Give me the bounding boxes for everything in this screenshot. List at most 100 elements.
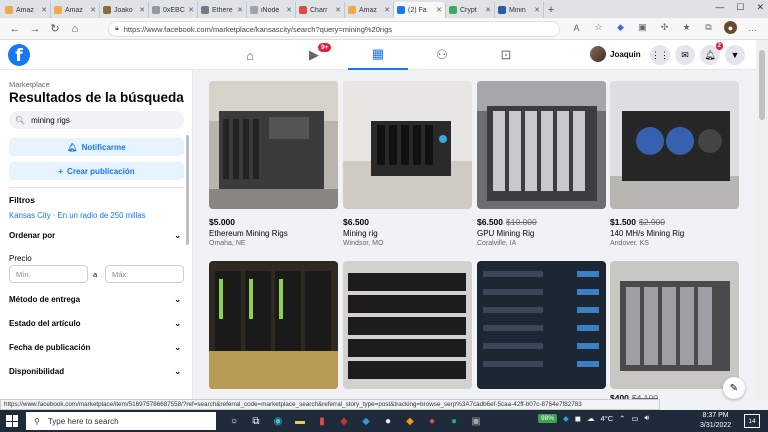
listing-card[interactable]: $400 $4.100 bbox=[610, 261, 739, 403]
weather-icon[interactable]: ☁ bbox=[587, 414, 595, 423]
browser-tab[interactable]: Ethere ✕ bbox=[198, 2, 247, 18]
price-min-input[interactable]: Mín. bbox=[9, 265, 88, 283]
profile-button[interactable]: Joaquin bbox=[590, 46, 641, 62]
listing-card[interactable] bbox=[477, 261, 606, 389]
availability-dropdown[interactable]: Disponibilidad ⌄ bbox=[9, 367, 181, 376]
listing-card[interactable] bbox=[209, 261, 338, 389]
home-button[interactable]: ⌂ bbox=[65, 19, 85, 39]
app-tray-icon[interactable]: ◼ bbox=[575, 414, 581, 423]
read-aloud-icon[interactable]: A bbox=[570, 21, 583, 34]
wallet-extension-icon[interactable]: ▣ bbox=[636, 21, 649, 34]
more-menu-icon[interactable]: … bbox=[746, 21, 759, 34]
battery-indicator[interactable]: 98% bbox=[538, 413, 558, 423]
condition-dropdown[interactable]: Estado del artículo ⌄ bbox=[9, 319, 181, 328]
reload-button[interactable]: ↻ bbox=[45, 19, 65, 39]
close-tab-icon[interactable]: ✕ bbox=[436, 6, 442, 14]
file-explorer-icon[interactable]: ▬ bbox=[292, 413, 308, 429]
app-tray-icon[interactable]: ◆ bbox=[563, 414, 569, 423]
notify-me-button[interactable]: 🔔︎ Notificarme bbox=[9, 138, 184, 156]
close-tab-icon[interactable]: ✕ bbox=[237, 6, 243, 14]
browser-tab[interactable]: Amaz ✕ bbox=[345, 2, 394, 18]
favorite-star-icon[interactable]: ☆ bbox=[592, 21, 605, 34]
new-message-button[interactable]: ✎ bbox=[723, 377, 745, 399]
collections-icon[interactable]: ⧉ bbox=[702, 21, 715, 34]
nav-watch-tab[interactable]: ▶︎ 9+ bbox=[284, 40, 344, 70]
listing-photo[interactable] bbox=[343, 81, 472, 209]
listing-card[interactable]: $1.500 $2.900 140 MH/s Mining Rig Andover… bbox=[610, 81, 739, 247]
app-icon[interactable]: ● bbox=[424, 413, 440, 429]
task-view-icon[interactable]: ⧉ bbox=[248, 413, 264, 429]
listing-photo[interactable] bbox=[209, 261, 338, 389]
app-icon[interactable]: ● bbox=[446, 413, 462, 429]
listing-card[interactable]: $6.500 Mining rig Windsor, MO bbox=[343, 81, 472, 247]
listing-photo[interactable] bbox=[209, 81, 338, 209]
close-tab-icon[interactable]: ✕ bbox=[41, 6, 47, 14]
app-icon[interactable]: ◆ bbox=[402, 413, 418, 429]
office-icon[interactable]: ▮ bbox=[314, 413, 330, 429]
new-tab-button[interactable]: + bbox=[544, 2, 558, 18]
shield-extension-icon[interactable]: ◆ bbox=[614, 21, 627, 34]
browser-tab-active[interactable]: (2) Fa ✕ bbox=[394, 2, 446, 18]
close-tab-icon[interactable]: ✕ bbox=[335, 6, 341, 14]
app-icon[interactable]: ◆ bbox=[336, 413, 352, 429]
date-listed-dropdown[interactable]: Fecha de publicación ⌄ bbox=[9, 343, 181, 352]
close-window-icon[interactable]: ✕ bbox=[756, 2, 764, 13]
search-input[interactable]: 🔍︎ mining rigs bbox=[9, 111, 184, 129]
listing-photo[interactable] bbox=[610, 261, 739, 389]
browser-tab[interactable]: Minin ✕ bbox=[495, 2, 544, 18]
app-icon[interactable]: ▣ bbox=[468, 413, 484, 429]
close-tab-icon[interactable]: ✕ bbox=[384, 6, 390, 14]
app-icon[interactable]: ◆ bbox=[358, 413, 374, 429]
network-icon[interactable]: ▭ bbox=[631, 414, 638, 423]
close-tab-icon[interactable]: ✕ bbox=[188, 6, 194, 14]
url-field[interactable]: 🔒︎ https://www.facebook.com/marketplace/k… bbox=[108, 21, 560, 37]
maximize-icon[interactable]: ☐ bbox=[736, 2, 744, 13]
facebook-logo[interactable]: f bbox=[8, 44, 30, 66]
taskbar-search-input[interactable]: ⚲ Type here to search bbox=[26, 412, 216, 430]
taskbar-clock[interactable]: 8:37 PM 3/31/2022 bbox=[700, 411, 731, 431]
nav-gaming-tab[interactable]: ⊡ bbox=[476, 40, 536, 70]
menu-button[interactable]: ⋮⋮ bbox=[650, 45, 670, 65]
close-tab-icon[interactable]: ✕ bbox=[90, 6, 96, 14]
notification-center-button[interactable]: 14 bbox=[744, 414, 760, 428]
windows-start-button[interactable] bbox=[6, 415, 18, 427]
nav-groups-tab[interactable]: ⚇ bbox=[412, 40, 472, 70]
page-scrollbar[interactable] bbox=[756, 40, 768, 401]
create-listing-button[interactable]: + Crear publicación bbox=[9, 162, 184, 180]
account-button[interactable]: ▼ bbox=[725, 45, 745, 65]
sidebar-scrollbar[interactable] bbox=[186, 135, 189, 245]
edge-browser-icon[interactable]: ◉ bbox=[270, 413, 286, 429]
minimize-icon[interactable]: — bbox=[715, 2, 724, 13]
forward-button[interactable]: → bbox=[25, 19, 45, 39]
volume-icon[interactable]: 🔊︎ bbox=[645, 413, 650, 423]
listing-photo[interactable] bbox=[477, 261, 606, 389]
profile-avatar-icon[interactable]: ● bbox=[724, 21, 737, 34]
favorites-list-icon[interactable]: ★ bbox=[680, 21, 693, 34]
browser-tab[interactable]: Amaz ✕ bbox=[51, 2, 100, 18]
chevron-up-icon[interactable]: ⌃ bbox=[619, 414, 625, 423]
browser-tab[interactable]: Charr ✕ bbox=[296, 2, 345, 18]
cortana-icon[interactable]: ○ bbox=[226, 413, 242, 429]
browser-tab[interactable]: 0xEBC ✕ bbox=[149, 2, 198, 18]
temperature[interactable]: 4°C bbox=[601, 414, 614, 423]
close-tab-icon[interactable]: ✕ bbox=[534, 6, 540, 14]
puzzle-extension-icon[interactable]: ✣ bbox=[658, 21, 671, 34]
browser-tab[interactable]: Amaz ✕ bbox=[2, 2, 51, 18]
listing-photo[interactable] bbox=[343, 261, 472, 389]
sort-by-dropdown[interactable]: Ordenar por ⌄ bbox=[9, 231, 181, 240]
close-tab-icon[interactable]: ✕ bbox=[286, 6, 292, 14]
close-tab-icon[interactable]: ✕ bbox=[485, 6, 491, 14]
nav-marketplace-tab[interactable]: ▦ bbox=[348, 40, 408, 70]
close-tab-icon[interactable]: ✕ bbox=[139, 6, 145, 14]
back-button[interactable]: ← bbox=[5, 19, 25, 39]
delivery-method-dropdown[interactable]: Método de entrega ⌄ bbox=[9, 295, 181, 304]
listing-photo[interactable] bbox=[610, 81, 739, 209]
listing-card[interactable]: $6.500 $10.000 GPU Mining Rig Coralville,… bbox=[477, 81, 606, 247]
messenger-button[interactable]: ✉ bbox=[675, 45, 695, 65]
browser-tab[interactable]: iNode ✕ bbox=[247, 2, 296, 18]
listing-card[interactable] bbox=[343, 261, 472, 389]
price-max-input[interactable]: Máx. bbox=[105, 265, 184, 283]
app-icon[interactable]: ● bbox=[380, 413, 396, 429]
location-filter-link[interactable]: Kansas City · En un radio de 250 millas bbox=[9, 211, 146, 220]
browser-tab[interactable]: Crypt ✕ bbox=[446, 2, 495, 18]
